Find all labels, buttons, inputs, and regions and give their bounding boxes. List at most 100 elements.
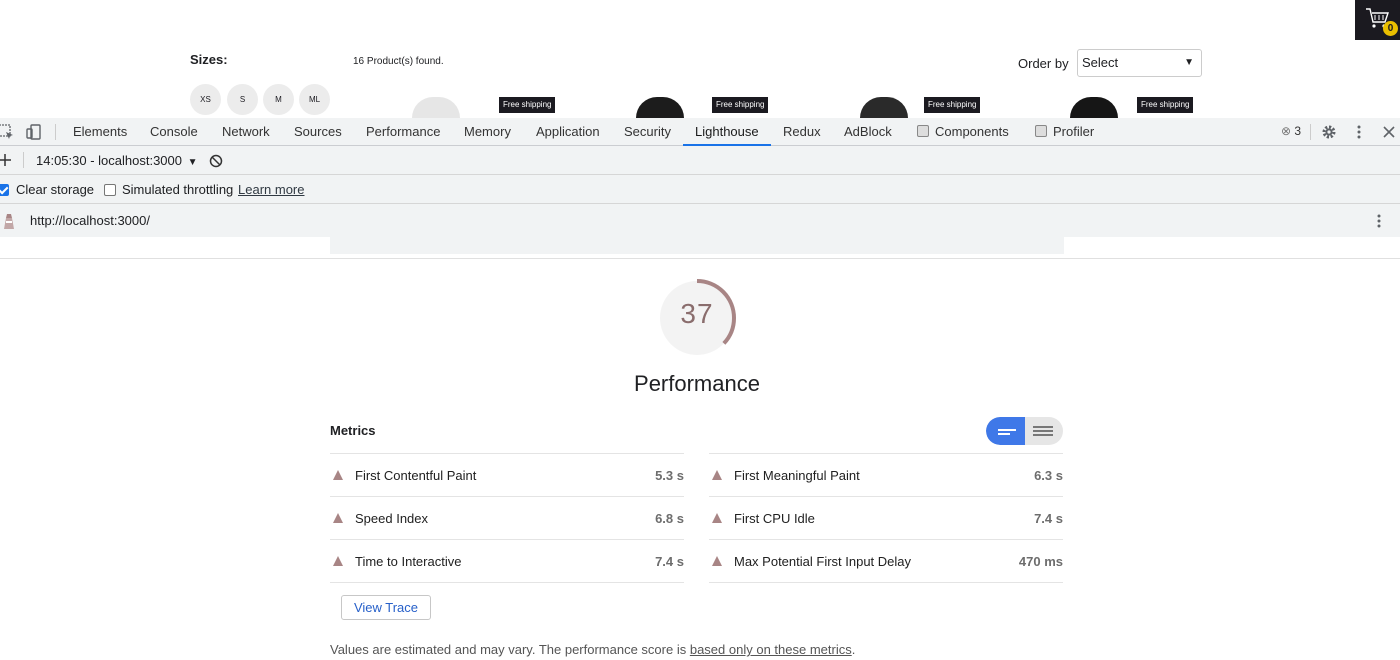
product-thumbnail[interactable] — [636, 97, 684, 118]
tab-profiler-label: Profiler — [1053, 124, 1095, 139]
toolbar-divider — [1310, 124, 1311, 140]
tab-sources[interactable]: Sources — [294, 118, 342, 146]
tab-redux[interactable]: Redux — [783, 118, 821, 146]
tab-application[interactable]: Application — [536, 118, 600, 146]
metric-value: 6.3 s — [1034, 468, 1063, 483]
devtools-panel: Elements Console Network Sources Perform… — [0, 118, 1400, 660]
size-chip-s[interactable]: S — [227, 84, 258, 115]
order-by-label: Order by — [1018, 56, 1069, 71]
metrics-heading: Metrics — [330, 423, 376, 438]
sizes-title: Sizes: — [190, 52, 228, 67]
store-page: 0 Sizes: XS S M ML 16 Product(s) found. … — [0, 0, 1400, 118]
clear-block-icon[interactable] — [209, 154, 223, 168]
metric-first-contentful-paint: First Contentful Paint 5.3 s — [330, 453, 684, 496]
metric-label: First Meaningful Paint — [734, 468, 860, 483]
products-found-count: 16 Product(s) found. — [353, 56, 444, 67]
size-chip-ml[interactable]: ML — [299, 84, 330, 115]
error-count: 3 — [1294, 124, 1302, 138]
react-icon — [1035, 125, 1047, 137]
performance-score: 37 — [680, 298, 714, 329]
error-counter[interactable]: ⊗ 3 — [1281, 118, 1301, 146]
report-url: http://localhost:3000/ — [30, 213, 150, 228]
metric-label: Time to Interactive — [355, 554, 462, 569]
tab-components-label: Components — [935, 124, 1009, 139]
view-trace-button[interactable]: View Trace — [341, 595, 431, 620]
more-options-icon[interactable] — [1351, 124, 1367, 140]
metric-label: First Contentful Paint — [355, 468, 477, 483]
inspect-element-icon[interactable] — [0, 124, 14, 140]
tab-components[interactable]: Components — [917, 118, 1009, 146]
warning-triangle-icon — [333, 556, 343, 566]
clear-storage-checkbox[interactable] — [0, 184, 9, 196]
metric-value: 7.4 s — [1034, 511, 1063, 526]
compact-view-button[interactable] — [986, 417, 1025, 445]
report-selector[interactable]: 14:05:30 - localhost:3000 ▼ — [36, 153, 198, 168]
expanded-view-icon — [1033, 426, 1053, 428]
estimate-note-suffix: . — [851, 642, 856, 657]
metric-label: Max Potential First Input Delay — [734, 554, 912, 569]
estimate-note: Values are estimated and may vary. The p… — [330, 642, 855, 657]
report-menu-icon[interactable] — [1371, 213, 1387, 229]
clear-storage-label: Clear storage — [16, 182, 95, 197]
expanded-view-icon — [1033, 430, 1053, 432]
cart-count-badge: 0 — [1383, 21, 1398, 36]
metrics-divider — [709, 582, 1063, 583]
report-top-strip — [330, 237, 1064, 254]
metric-first-cpu-idle: First CPU Idle 7.4 s — [709, 496, 1063, 539]
tab-elements[interactable]: Elements — [73, 118, 127, 146]
tab-performance[interactable]: Performance — [366, 118, 440, 146]
simulated-throttling-checkbox[interactable] — [104, 184, 116, 196]
lighthouse-icon — [4, 214, 14, 229]
metrics-divider — [330, 582, 684, 583]
size-chip-xs[interactable]: XS — [190, 84, 221, 115]
metrics-view-toggle[interactable] — [986, 417, 1063, 445]
expanded-view-icon — [1033, 434, 1053, 436]
metric-max-potential-fid: Max Potential First Input Delay 470 ms — [709, 539, 1063, 582]
plus-icon[interactable] — [0, 153, 12, 167]
metric-first-meaningful-paint: First Meaningful Paint 6.3 s — [709, 453, 1063, 496]
metric-label: Speed Index — [355, 511, 429, 526]
size-chip-m[interactable]: M — [263, 84, 294, 115]
free-shipping-badge: Free shipping — [1137, 97, 1194, 113]
warning-triangle-icon — [333, 470, 343, 480]
toolbar-divider — [23, 152, 24, 168]
metric-value: 5.3 s — [655, 468, 684, 483]
tab-adblock[interactable]: AdBlock — [844, 118, 892, 146]
estimate-note-text: Values are estimated and may vary. The p… — [330, 642, 690, 657]
settings-gear-icon[interactable] — [1321, 124, 1337, 140]
lighthouse-toolbar: 14:05:30 - localhost:3000 ▼ — [0, 146, 1400, 175]
device-toolbar-icon[interactable] — [26, 124, 42, 140]
toolbar-divider — [55, 124, 56, 140]
warning-triangle-icon — [712, 556, 722, 566]
order-by-select[interactable]: Select ▼ — [1077, 49, 1202, 77]
compact-view-icon — [998, 429, 1016, 431]
tab-security[interactable]: Security — [624, 118, 671, 146]
free-shipping-badge: Free shipping — [712, 97, 769, 113]
close-icon[interactable] — [1381, 124, 1397, 140]
metric-label: First CPU Idle — [734, 511, 815, 526]
report-selector-label: 14:05:30 - localhost:3000 — [36, 153, 182, 168]
tab-memory[interactable]: Memory — [464, 118, 511, 146]
report-url-bar: http://localhost:3000/ — [0, 204, 1400, 237]
warning-triangle-icon — [712, 513, 722, 523]
product-thumbnail[interactable] — [412, 97, 460, 118]
react-icon — [917, 125, 929, 137]
chevron-down-icon: ▼ — [1184, 57, 1194, 68]
tab-lighthouse[interactable]: Lighthouse — [683, 118, 771, 146]
learn-more-link[interactable]: Learn more — [238, 182, 304, 197]
product-thumbnail[interactable] — [860, 97, 908, 118]
tab-profiler[interactable]: Profiler — [1035, 118, 1094, 146]
metric-time-to-interactive: Time to Interactive 7.4 s — [330, 539, 684, 582]
metrics-link[interactable]: based only on these metrics — [690, 642, 852, 657]
tab-network[interactable]: Network — [222, 118, 270, 146]
order-by-value: Select — [1082, 55, 1119, 70]
warning-triangle-icon — [333, 513, 343, 523]
caret-down-icon: ▼ — [187, 157, 198, 168]
devtools-tab-bar: Elements Console Network Sources Perform… — [0, 118, 1400, 146]
performance-category-title: Performance — [634, 371, 760, 396]
metric-value: 6.8 s — [655, 511, 684, 526]
simulated-throttling-label: Simulated throttling — [122, 182, 234, 197]
product-thumbnail[interactable] — [1070, 97, 1118, 118]
tab-console[interactable]: Console — [150, 118, 198, 146]
lighthouse-options-bar: Clear storage Simulated throttling Learn… — [0, 175, 1400, 204]
